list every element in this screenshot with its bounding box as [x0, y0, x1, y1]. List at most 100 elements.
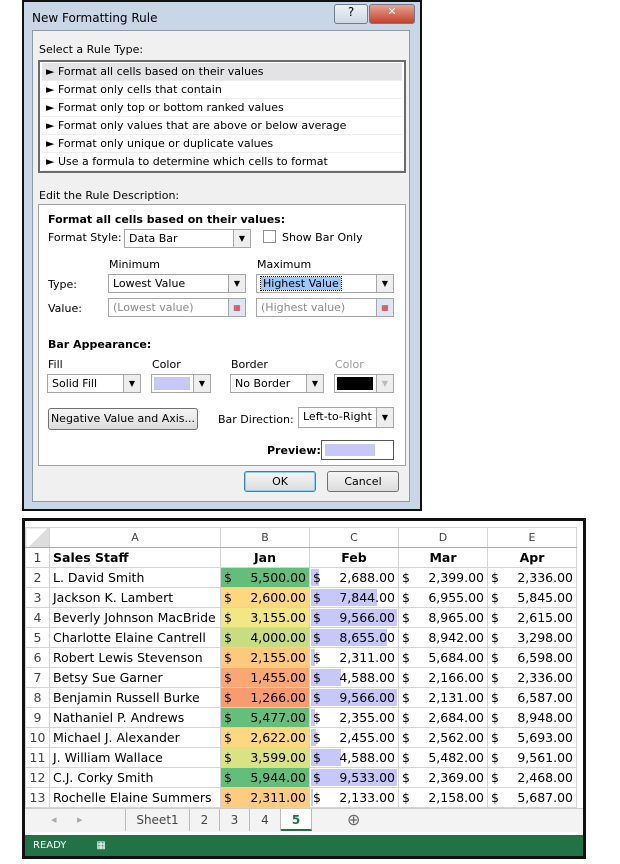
select-all-corner[interactable] — [25, 527, 50, 548]
ok-button[interactable]: OK — [244, 471, 316, 492]
currency-cell[interactable]: $2,133.00 — [309, 787, 399, 808]
staff-name-cell[interactable]: Jackson K. Lambert — [49, 587, 221, 608]
currency-cell[interactable]: $5,944.00 — [220, 767, 310, 788]
currency-cell[interactable]: $2,455.00 — [309, 727, 399, 748]
scroll-left-icon[interactable]: ◂ — [51, 813, 57, 826]
currency-cell[interactable]: $2,468.00 — [487, 767, 577, 788]
staff-name-cell[interactable]: C.J. Corky Smith — [49, 767, 221, 788]
currency-cell[interactable]: $2,355.00 — [309, 707, 399, 728]
currency-cell[interactable]: $7,844.00 — [309, 587, 399, 608]
currency-cell[interactable]: $2,688.00 — [309, 567, 399, 588]
sheet-tab[interactable]: 3 — [220, 809, 250, 831]
show-bar-only-checkbox[interactable] — [263, 230, 276, 243]
add-sheet-icon[interactable]: ⊕ — [347, 810, 360, 829]
currency-cell[interactable]: $8,948.00 — [487, 707, 577, 728]
currency-cell[interactable]: $5,684.00 — [398, 647, 488, 668]
currency-cell[interactable]: $2,615.00 — [487, 607, 577, 628]
range-selector-icon[interactable]: ▦ — [376, 299, 393, 316]
bar-direction-select[interactable]: Left-to-Right ▼ — [298, 407, 394, 428]
staff-name-cell[interactable]: J. William Wallace — [49, 747, 221, 768]
currency-cell[interactable]: $5,482.00 — [398, 747, 488, 768]
staff-name-cell[interactable]: Benjamin Russell Burke — [49, 687, 221, 708]
currency-cell[interactable]: $2,562.00 — [398, 727, 488, 748]
currency-cell[interactable]: $3,599.00 — [220, 747, 310, 768]
row-header[interactable]: 12 — [25, 767, 50, 788]
currency-cell[interactable]: $8,965.00 — [398, 607, 488, 628]
currency-cell[interactable]: $2,311.00 — [309, 647, 399, 668]
currency-cell[interactable]: $6,955.00 — [398, 587, 488, 608]
header-cell[interactable]: Jan — [220, 547, 310, 568]
rule-type-option[interactable]: ► Format all cells based on their values — [42, 63, 402, 81]
currency-cell[interactable]: $9,566.00 — [309, 687, 399, 708]
minimum-type-select[interactable]: Lowest Value ▼ — [108, 274, 246, 293]
column-header[interactable]: D — [398, 527, 488, 548]
row-header[interactable]: 9 — [25, 707, 50, 728]
minimum-value-input[interactable]: (Lowest value) ▦ — [108, 298, 246, 317]
header-cell[interactable]: Feb — [309, 547, 399, 568]
currency-cell[interactable]: $2,336.00 — [487, 667, 577, 688]
range-selector-icon[interactable]: ▦ — [228, 299, 245, 316]
column-header[interactable]: A — [49, 527, 221, 548]
currency-cell[interactable]: $2,131.00 — [398, 687, 488, 708]
row-header[interactable]: 1 — [25, 547, 50, 568]
row-header[interactable]: 8 — [25, 687, 50, 708]
currency-cell[interactable]: $8,942.00 — [398, 627, 488, 648]
help-button[interactable]: ? — [334, 4, 368, 24]
currency-cell[interactable]: $2,336.00 — [487, 567, 577, 588]
staff-name-cell[interactable]: Beverly Johnson MacBride — [49, 607, 221, 628]
rule-type-option[interactable]: ► Format only top or bottom ranked value… — [42, 99, 402, 117]
macro-record-icon[interactable]: ▦ — [96, 840, 105, 851]
currency-cell[interactable]: $2,622.00 — [220, 727, 310, 748]
column-header[interactable]: C — [309, 527, 399, 548]
currency-cell[interactable]: $2,311.00 — [220, 787, 310, 808]
currency-cell[interactable]: $9,561.00 — [487, 747, 577, 768]
sheet-tab[interactable]: Sheet1 — [125, 809, 190, 831]
currency-cell[interactable]: $3,155.00 — [220, 607, 310, 628]
currency-cell[interactable]: $5,500.00 — [220, 567, 310, 588]
staff-name-cell[interactable]: L. David Smith — [49, 567, 221, 588]
row-header[interactable]: 10 — [25, 727, 50, 748]
column-header[interactable]: B — [220, 527, 310, 548]
row-header[interactable]: 11 — [25, 747, 50, 768]
rule-type-list[interactable]: ► Format all cells based on their values… — [38, 60, 406, 173]
currency-cell[interactable]: $4,588.00 — [309, 747, 399, 768]
row-header[interactable]: 7 — [25, 667, 50, 688]
currency-cell[interactable]: $2,369.00 — [398, 767, 488, 788]
currency-cell[interactable]: $3,298.00 — [487, 627, 577, 648]
staff-name-cell[interactable]: Betsy Sue Garner — [49, 667, 221, 688]
currency-cell[interactable]: $2,600.00 — [220, 587, 310, 608]
row-header[interactable]: 2 — [25, 567, 50, 588]
currency-cell[interactable]: $2,155.00 — [220, 647, 310, 668]
fill-select[interactable]: Solid Fill ▼ — [47, 374, 141, 393]
sheet-tab[interactable]: 5 — [281, 809, 312, 831]
currency-cell[interactable]: $2,399.00 — [398, 567, 488, 588]
currency-cell[interactable]: $5,845.00 — [487, 587, 577, 608]
currency-cell[interactable]: $8,655.00 — [309, 627, 399, 648]
currency-cell[interactable]: $5,693.00 — [487, 727, 577, 748]
rule-type-option[interactable]: ► Format only cells that contain — [42, 81, 402, 99]
sheet-tab[interactable]: 4 — [250, 809, 281, 831]
currency-cell[interactable]: $5,477.00 — [220, 707, 310, 728]
header-cell[interactable]: Sales Staff — [49, 547, 221, 568]
row-header[interactable]: 6 — [25, 647, 50, 668]
staff-name-cell[interactable]: Nathaniel P. Andrews — [49, 707, 221, 728]
staff-name-cell[interactable]: Robert Lewis Stevenson — [49, 647, 221, 668]
row-header[interactable]: 3 — [25, 587, 50, 608]
maximum-value-input[interactable]: (Highest value) ▦ — [256, 298, 394, 317]
rule-type-option[interactable]: ► Format only unique or duplicate values — [42, 135, 402, 153]
row-header[interactable]: 5 — [25, 627, 50, 648]
negative-value-axis-button[interactable]: Negative Value and Axis... — [48, 408, 198, 430]
row-header[interactable]: 13 — [25, 787, 50, 808]
staff-name-cell[interactable]: Michael J. Alexander — [49, 727, 221, 748]
column-header[interactable]: E — [487, 527, 577, 548]
currency-cell[interactable]: $1,266.00 — [220, 687, 310, 708]
sheet-tab[interactable]: 2 — [190, 809, 220, 831]
border-color-picker[interactable]: ▼ — [334, 374, 394, 393]
fill-color-picker[interactable]: ▼ — [151, 374, 211, 393]
currency-cell[interactable]: $2,166.00 — [398, 667, 488, 688]
staff-name-cell[interactable]: Charlotte Elaine Cantrell — [49, 627, 221, 648]
currency-cell[interactable]: $9,533.00 — [309, 767, 399, 788]
header-cell[interactable]: Mar — [398, 547, 488, 568]
row-header[interactable]: 4 — [25, 607, 50, 628]
currency-cell[interactable]: $6,598.00 — [487, 647, 577, 668]
